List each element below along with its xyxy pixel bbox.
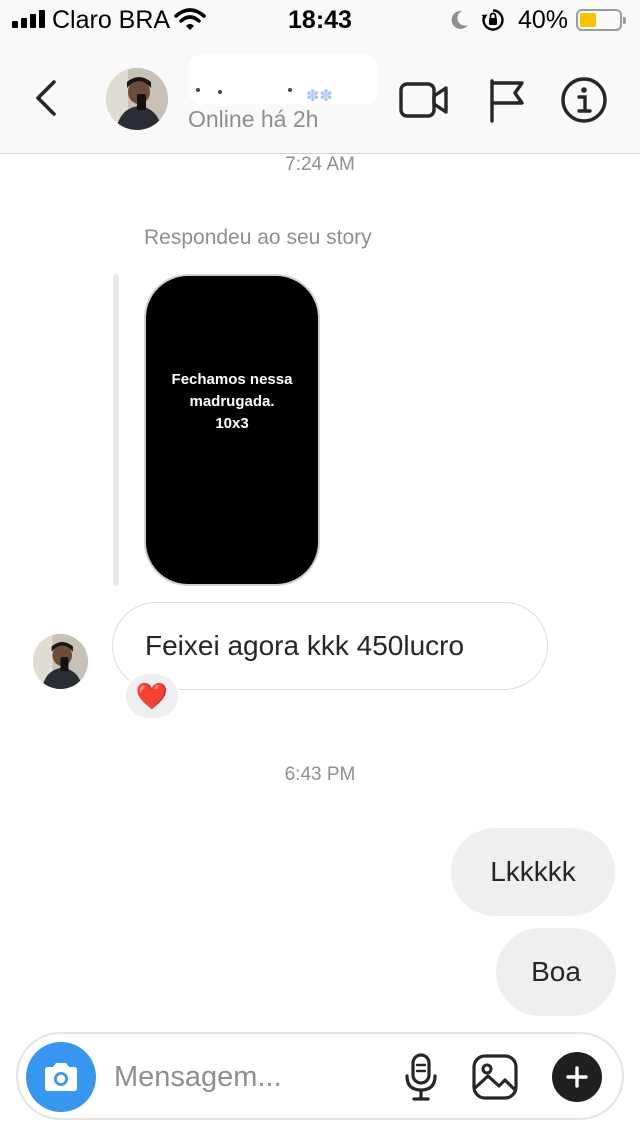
info-icon bbox=[561, 77, 607, 123]
status-bar: Claro BRA 18:43 40% bbox=[0, 0, 640, 40]
outgoing-message[interactable]: Boa bbox=[496, 928, 616, 1016]
reply-quote-bar bbox=[113, 274, 119, 586]
message-composer bbox=[16, 1032, 624, 1120]
gallery-icon bbox=[472, 1054, 518, 1100]
info-button[interactable] bbox=[558, 76, 610, 124]
status-time: 18:43 bbox=[288, 6, 352, 34]
video-call-button[interactable] bbox=[398, 76, 450, 124]
more-options-button[interactable] bbox=[552, 1052, 602, 1102]
story-reply-label: Respondeu ao seu story bbox=[144, 226, 372, 249]
timestamp: 6:43 PM bbox=[284, 764, 356, 785]
video-camera-icon bbox=[399, 82, 448, 118]
battery-percent: 40% bbox=[518, 6, 569, 34]
heart-icon: ❤️ bbox=[135, 681, 169, 711]
gallery-button[interactable] bbox=[468, 1050, 522, 1104]
sender-avatar[interactable] bbox=[33, 634, 88, 689]
story-text: Fechamos nessa madrugada. 10x3 bbox=[171, 371, 293, 432]
moon-icon bbox=[451, 10, 468, 29]
incoming-message[interactable]: Feixei agora kkk 450lucro bbox=[112, 602, 548, 690]
battery-fill bbox=[580, 13, 596, 27]
camera-icon bbox=[45, 1063, 77, 1091]
heart-reaction[interactable]: ❤️ bbox=[124, 672, 180, 720]
voice-message-button[interactable] bbox=[394, 1050, 448, 1104]
flag-icon bbox=[490, 79, 524, 123]
orientation-lock-icon bbox=[481, 9, 504, 31]
story-preview[interactable]: Fechamos nessa madrugada. 10x3 bbox=[144, 274, 320, 586]
presence-status: Online há 2h bbox=[188, 106, 319, 132]
message-input[interactable] bbox=[114, 1054, 384, 1100]
plus-icon bbox=[566, 1066, 588, 1088]
outgoing-message[interactable]: Lkkkkk bbox=[451, 828, 615, 916]
chevron-left-icon[interactable] bbox=[30, 78, 64, 118]
wifi-icon bbox=[174, 8, 206, 30]
carrier-name: Claro BRA bbox=[52, 6, 171, 34]
username-redacted: ✽✽ bbox=[188, 54, 378, 105]
avatar[interactable] bbox=[106, 68, 168, 130]
camera-button[interactable] bbox=[26, 1042, 96, 1112]
report-button[interactable] bbox=[480, 76, 532, 124]
signal-icon bbox=[12, 10, 46, 28]
timestamp: 7:24 AM bbox=[285, 154, 355, 175]
chat-header: ✽✽ Online há 2h bbox=[0, 40, 640, 154]
battery-icon bbox=[576, 9, 626, 31]
microphone-icon bbox=[405, 1053, 437, 1101]
